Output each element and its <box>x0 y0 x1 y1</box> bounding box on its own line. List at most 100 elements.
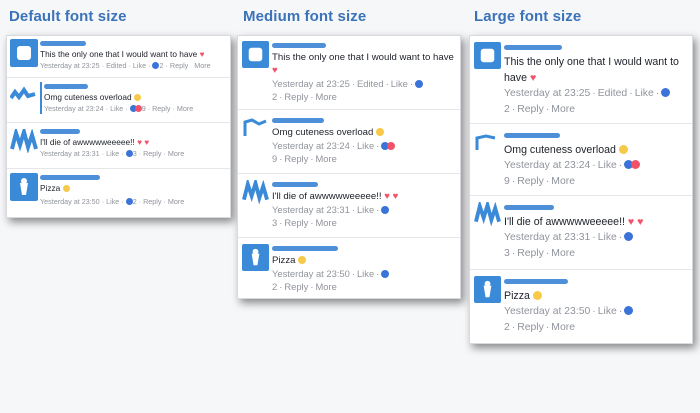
reply-link[interactable]: Reply <box>284 217 308 228</box>
more-link[interactable]: More <box>315 153 336 164</box>
comment-author[interactable] <box>272 243 454 254</box>
reaction-count[interactable]: 2 <box>272 281 277 292</box>
comment-timestamp[interactable]: Yesterday at 23:25 <box>40 61 100 70</box>
like-link[interactable]: Like <box>133 61 146 70</box>
like-link[interactable]: Like <box>357 268 374 279</box>
heart-emoji-icon: ♥ <box>199 49 205 59</box>
comment-author[interactable] <box>40 173 224 183</box>
reply-link[interactable]: Reply <box>152 104 170 113</box>
reply-link[interactable]: Reply <box>517 176 544 187</box>
like-link[interactable]: Like <box>110 104 123 113</box>
reply-link[interactable]: Reply <box>170 61 188 70</box>
comment-item: I'll die of awwwwweeeee!! ♥ ♥ Yesterday … <box>7 123 230 169</box>
more-link[interactable]: More <box>168 149 184 158</box>
comment-author[interactable] <box>504 202 686 214</box>
more-link[interactable]: More <box>315 91 336 102</box>
more-link[interactable]: More <box>551 104 575 115</box>
edited-label[interactable]: Edited <box>598 88 627 99</box>
comment-author[interactable] <box>504 42 686 54</box>
reply-link[interactable]: Reply <box>143 197 161 206</box>
reaction-count[interactable]: 2 <box>504 104 510 115</box>
comment-author[interactable] <box>504 130 686 142</box>
like-link[interactable]: Like <box>106 149 119 158</box>
like-link[interactable]: Like <box>357 204 374 215</box>
avatar[interactable] <box>242 244 269 271</box>
more-link[interactable]: More <box>194 61 210 70</box>
reply-link[interactable]: Reply <box>284 91 308 102</box>
comment-author[interactable] <box>40 127 224 137</box>
comment-timestamp[interactable]: Yesterday at 23:31 <box>40 149 100 158</box>
more-link[interactable]: More <box>551 322 575 333</box>
comment-timestamp[interactable]: Yesterday at 23:31 <box>504 232 590 243</box>
like-link[interactable]: Like <box>106 197 119 206</box>
reaction-count[interactable]: 2 <box>272 91 277 102</box>
more-link[interactable]: More <box>315 217 336 228</box>
comment-author[interactable] <box>272 179 454 190</box>
comment-item: Omg cuteness overload Yesterday at 23:24… <box>7 78 230 123</box>
heart-eyes-emoji-icon <box>133 94 141 101</box>
comment-panel-large: This the only one that I would want to h… <box>469 35 693 344</box>
comment-timestamp[interactable]: Yesterday at 23:50 <box>504 306 590 317</box>
reaction-count[interactable]: 2 <box>159 61 163 70</box>
reply-link[interactable]: Reply <box>284 153 308 164</box>
avatar[interactable] <box>242 116 269 140</box>
two-hearts-emoji-icon: ♥ ♥ <box>384 191 399 202</box>
more-link[interactable]: More <box>315 281 336 292</box>
avatar[interactable] <box>242 41 269 68</box>
comment-author[interactable] <box>272 115 454 126</box>
avatar[interactable] <box>10 129 38 153</box>
avatar[interactable] <box>10 86 36 104</box>
reply-link[interactable]: Reply <box>517 322 544 333</box>
more-link[interactable]: More <box>551 176 575 187</box>
like-link[interactable]: Like <box>391 78 408 89</box>
comment-author[interactable] <box>504 276 686 288</box>
avatar[interactable] <box>10 173 38 201</box>
more-link[interactable]: More <box>168 197 184 206</box>
reaction-count[interactable]: 2 <box>504 322 510 333</box>
reply-link[interactable]: Reply <box>517 104 544 115</box>
comment-timestamp[interactable]: Yesterday at 23:24 <box>272 140 350 151</box>
more-link[interactable]: More <box>551 248 575 259</box>
comment-timestamp[interactable]: Yesterday at 23:25 <box>504 88 590 99</box>
comment-text: This the only one that I would want to h… <box>272 52 454 63</box>
reaction-count[interactable]: 3 <box>504 248 510 259</box>
reaction-count[interactable]: 2 <box>133 197 137 206</box>
comment-timestamp[interactable]: Yesterday at 23:24 <box>44 104 104 113</box>
comment-panel-medium: This the only one that I would want to h… <box>237 35 461 299</box>
smile-emoji-icon <box>532 291 542 300</box>
comment-text: I'll die of awwwwweeeee!! <box>272 191 382 202</box>
like-link[interactable]: Like <box>598 306 617 317</box>
comment-timestamp[interactable]: Yesterday at 23:50 <box>40 197 100 206</box>
avatar[interactable] <box>474 42 501 69</box>
more-link[interactable]: More <box>177 104 193 113</box>
avatar[interactable] <box>242 180 269 204</box>
comment-item: Omg cuteness overload Yesterday at 23:24… <box>238 110 460 174</box>
reaction-count[interactable]: 3 <box>133 149 137 158</box>
comment-text: I'll die of awwwwweeeee!! <box>504 216 625 228</box>
avatar[interactable] <box>474 276 501 303</box>
like-link[interactable]: Like <box>357 140 374 151</box>
comment-timestamp[interactable]: Yesterday at 23:50 <box>272 268 350 279</box>
reaction-count[interactable]: 9 <box>504 176 510 187</box>
comment-author[interactable] <box>272 40 454 51</box>
reply-link[interactable]: Reply <box>143 149 161 158</box>
reaction-count[interactable]: 3 <box>272 217 277 228</box>
comment-timestamp[interactable]: Yesterday at 23:31 <box>272 204 350 215</box>
reaction-count[interactable]: 9 <box>272 153 277 164</box>
comment-author[interactable] <box>40 39 224 49</box>
comment-timestamp[interactable]: Yesterday at 23:24 <box>504 160 590 171</box>
reply-link[interactable]: Reply <box>517 248 544 259</box>
avatar[interactable] <box>10 39 38 67</box>
avatar[interactable] <box>474 132 498 154</box>
comment-author[interactable] <box>44 82 224 92</box>
reaction-count[interactable]: 9 <box>142 104 146 113</box>
avatar[interactable] <box>474 202 501 226</box>
comment-timestamp[interactable]: Yesterday at 23:25 <box>272 78 350 89</box>
like-link[interactable]: Like <box>635 88 654 99</box>
like-link[interactable]: Like <box>598 232 617 243</box>
reply-link[interactable]: Reply <box>284 281 308 292</box>
edited-label[interactable]: Edited <box>357 78 384 89</box>
comment-text: Omg cuteness overload <box>272 127 374 138</box>
edited-label[interactable]: Edited <box>106 61 126 70</box>
like-link[interactable]: Like <box>598 160 617 171</box>
